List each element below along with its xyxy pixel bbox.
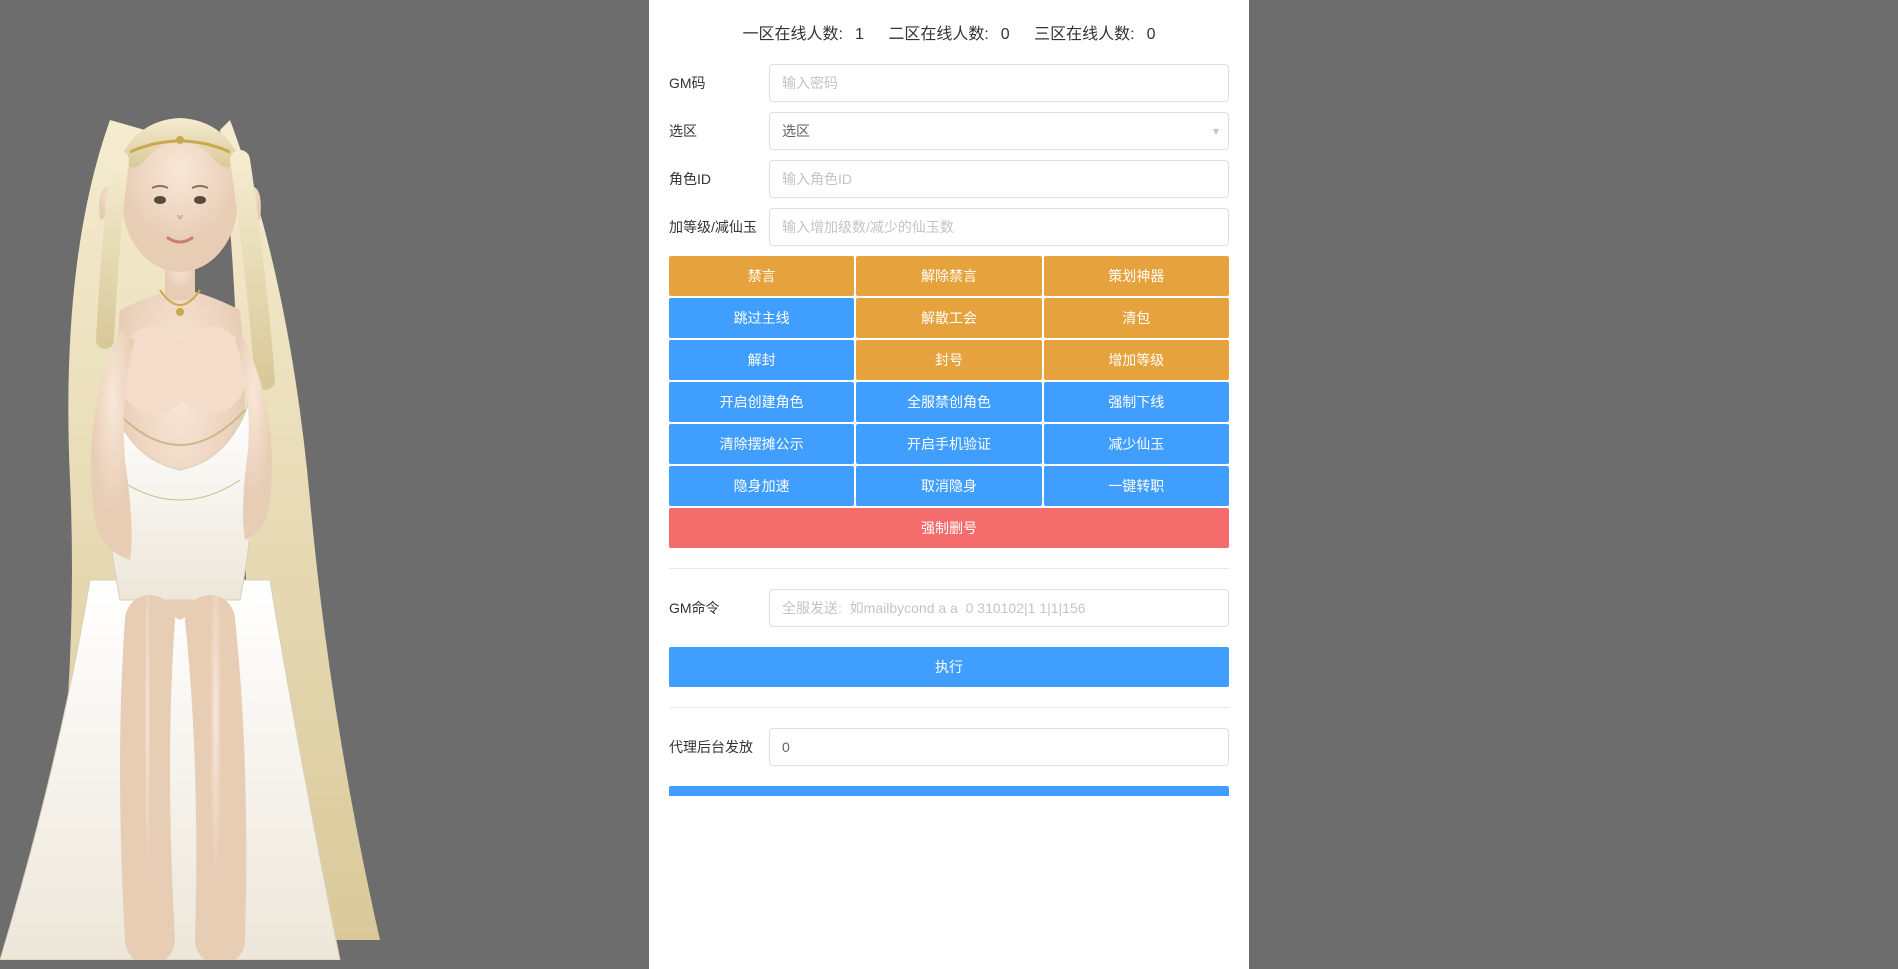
zone3-count: 0: [1147, 26, 1156, 43]
zone1-count: 1: [855, 26, 864, 43]
role-id-label: 角色ID: [669, 169, 769, 189]
plan-artifact-button[interactable]: 策划神器: [1044, 256, 1229, 296]
mute-button[interactable]: 禁言: [669, 256, 854, 296]
ban-button[interactable]: 封号: [856, 340, 1041, 380]
skip-main-button[interactable]: 跳过主线: [669, 298, 854, 338]
clear-bag-button[interactable]: 清包: [1044, 298, 1229, 338]
level-input[interactable]: [769, 208, 1229, 246]
global-ban-create-button[interactable]: 全服禁创角色: [856, 382, 1041, 422]
online-counts: 一区在线人数: 1 二区在线人数: 0 三区在线人数: 0: [669, 20, 1229, 44]
add-level-button[interactable]: 增加等级: [1044, 340, 1229, 380]
level-label: 加等级/减仙玉: [669, 217, 769, 237]
execute-button[interactable]: 执行: [669, 647, 1229, 687]
gm-code-input[interactable]: [769, 64, 1229, 102]
dissolve-guild-button[interactable]: 解散工会: [856, 298, 1041, 338]
open-create-button[interactable]: 开启创建角色: [669, 382, 854, 422]
clear-stall-button[interactable]: 清除摆摊公示: [669, 424, 854, 464]
zone3-label: 三区在线人数:: [1034, 26, 1134, 43]
unban-button[interactable]: 解封: [669, 340, 854, 380]
divider-2: [669, 707, 1229, 708]
zone1-label: 一区在线人数:: [743, 26, 843, 43]
gm-cmd-input[interactable]: [769, 589, 1229, 627]
gm-code-label: GM码: [669, 73, 769, 93]
reduce-jade-button[interactable]: 减少仙玉: [1044, 424, 1229, 464]
role-id-input[interactable]: [769, 160, 1229, 198]
agent-input[interactable]: [769, 728, 1229, 766]
zone2-label: 二区在线人数:: [888, 26, 988, 43]
divider: [669, 568, 1229, 569]
stealth-speed-button[interactable]: 隐身加速: [669, 466, 854, 506]
gm-panel: 一区在线人数:1 二区在线人数:0 三区在线人数:0 GM码 选区 ▾ 角色ID…: [649, 0, 1249, 969]
character-illustration: [0, 60, 420, 960]
force-offline-button[interactable]: 强制下线: [1044, 382, 1229, 422]
gm-cmd-label: GM命令: [669, 598, 769, 618]
zone-label: 选区: [669, 121, 769, 141]
agent-label: 代理后台发放: [669, 737, 769, 757]
zone2-count: 0: [1001, 26, 1010, 43]
unmute-button[interactable]: 解除禁言: [856, 256, 1041, 296]
agent-execute-button-partial[interactable]: [669, 786, 1229, 796]
action-buttons: 禁言 解除禁言 策划神器 跳过主线 解散工会 清包 解封 封号 增加等级 开启创…: [669, 256, 1229, 548]
force-delete-button[interactable]: 强制删号: [669, 508, 1229, 548]
cancel-stealth-button[interactable]: 取消隐身: [856, 466, 1041, 506]
one-key-transfer-button[interactable]: 一键转职: [1044, 466, 1229, 506]
zone-select[interactable]: [769, 112, 1229, 150]
open-phone-verify-button[interactable]: 开启手机验证: [856, 424, 1041, 464]
